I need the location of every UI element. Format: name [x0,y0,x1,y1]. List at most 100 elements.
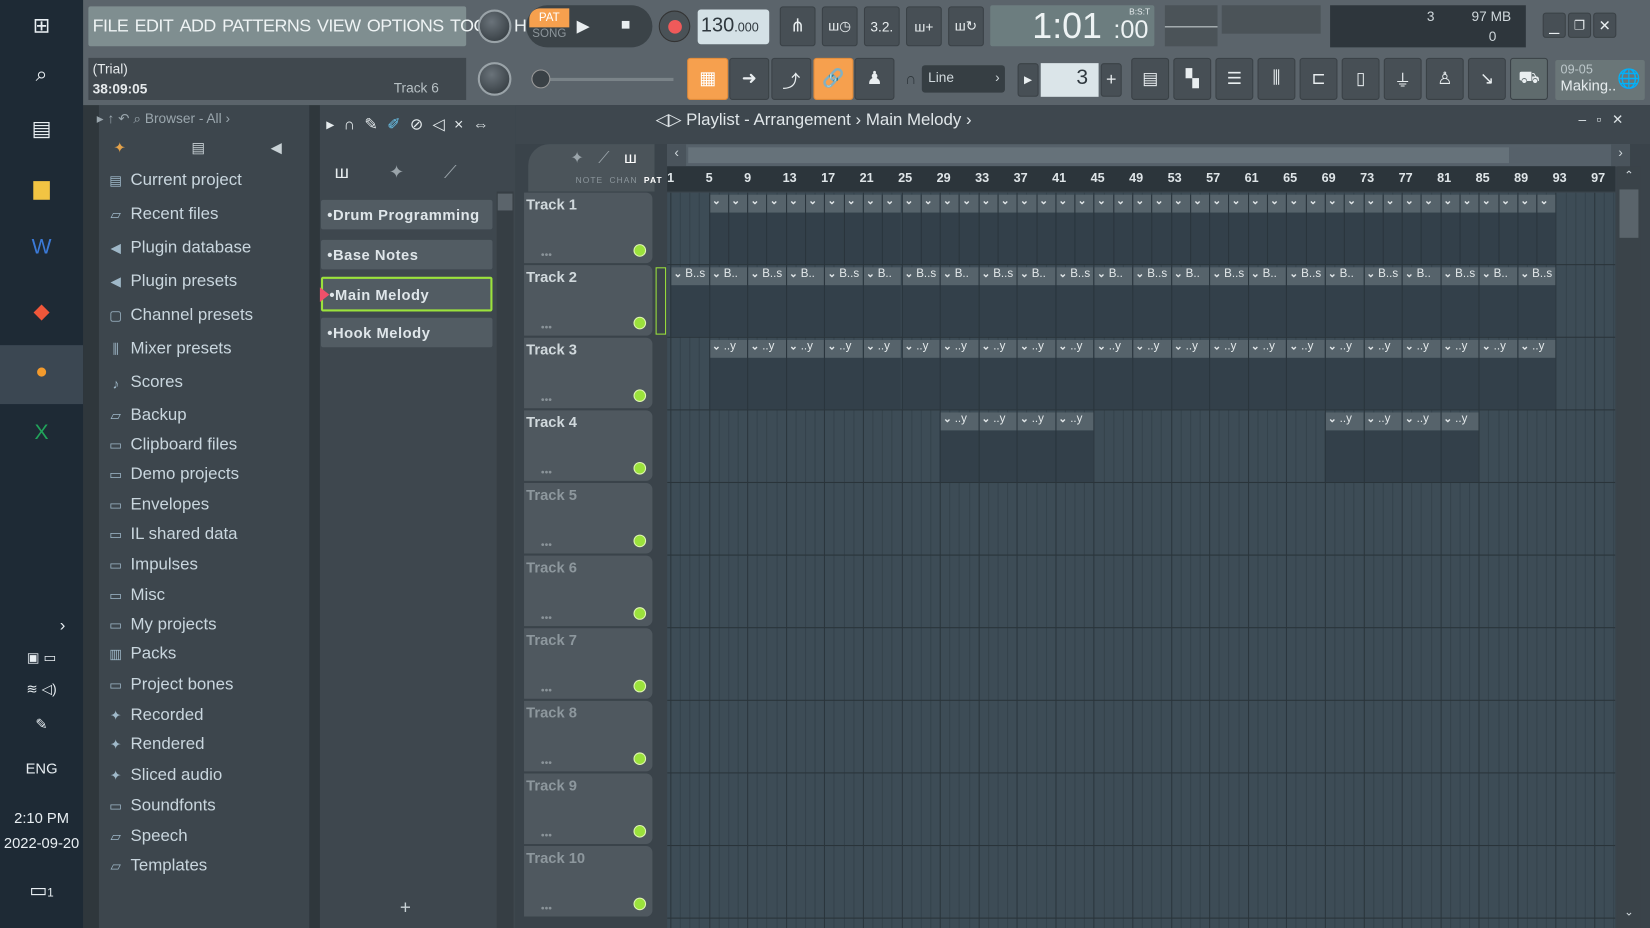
pattern-clip[interactable]: ⌄ [843,194,863,265]
browser-item[interactable]: ▱ Recent files [107,201,218,228]
pattern-clip[interactable]: ⌄ B.. [1478,267,1518,337]
pattern-clip[interactable]: ⌄ B.. [1170,267,1210,337]
language-indicator[interactable]: ENG [0,760,83,777]
pattern-clip[interactable]: ⌄ [882,194,902,265]
tempo-display[interactable]: 130.000 [697,9,770,45]
pattern-clip[interactable]: ⌄ B..s [1440,267,1479,337]
menu-file[interactable]: FILE [93,16,129,37]
speaker-filter-icon[interactable]: ◀ [271,139,282,157]
browser-item[interactable]: ▱ Speech [107,823,187,850]
clock-date[interactable]: 2022-09-20 [0,834,83,851]
pattern-clip[interactable]: ⌄ [785,194,806,265]
pattern-clip[interactable]: ⌄ B.. [1324,267,1364,337]
browser-item[interactable]: ✦ Recorded [107,702,203,729]
pattern-clip[interactable]: ⌄ [1074,194,1094,265]
playlist-window-controls[interactable]: ‒▫✕ [1578,112,1633,129]
file-filter-icon[interactable]: ▤ [191,139,205,157]
pattern-clip[interactable]: ⌄ B..s [1055,267,1094,337]
track-name[interactable]: Track 7 [526,631,577,648]
pattern-clip[interactable]: ⌄ ..y [939,412,979,482]
pattern-clip[interactable]: ⌄ ..y [1324,339,1364,410]
pattern-clip[interactable]: ⌄ B.. [862,267,902,337]
pattern-clip[interactable]: ⌄ [766,194,786,265]
splitter[interactable] [309,105,320,928]
cart-icon[interactable]: ⛟ [1510,57,1548,100]
track-menu-dots[interactable]: ••• [541,758,552,770]
track-name[interactable]: Track 9 [526,777,577,794]
track-enable-led[interactable] [633,897,647,911]
project-browser-icon[interactable]: ⊏ [1299,57,1338,100]
master-pitch-knob[interactable] [477,62,512,96]
pattern-clip[interactable]: ⌄ [978,194,998,265]
browser-item[interactable]: ▱ Backup [107,402,186,429]
browser-item[interactable]: ▤ Current project [107,167,242,194]
scroll-up-icon[interactable]: ⌃ [1619,168,1638,187]
search-icon[interactable]: ⌕ [0,63,83,87]
pattern-clip[interactable]: ⌄ B..s [1286,267,1325,337]
pattern-clip[interactable]: ⌄ ..y [1132,339,1171,410]
add-pattern-button[interactable]: + [1100,63,1122,97]
browser-item[interactable]: ⫼ Mixer presets [107,336,232,363]
pattern-clip[interactable]: ⌄ ..y [1055,412,1094,482]
network-volume-icon[interactable]: ≋ ◁) [0,681,83,698]
channel-rack-icon[interactable]: ☰ [1215,57,1254,100]
pattern-clip[interactable]: ⌄ B..s [1517,267,1556,337]
pattern-clip[interactable]: ⌄ ..y [1363,339,1402,410]
menu-add[interactable]: ADD [180,16,217,37]
pattern-clip[interactable]: ⌄ B..s [1363,267,1402,337]
track-enable-led[interactable] [633,461,647,475]
pattern-clip[interactable]: ⌄ [1190,194,1210,265]
browser-item[interactable]: ▭ Impulses [107,551,198,578]
pattern-clip[interactable]: ⌄ [901,194,921,265]
browser-item[interactable]: ▭ Project bones [107,671,233,698]
pattern-clip[interactable]: ⌄ ..y [1440,339,1479,410]
track-enable-led[interactable] [633,316,647,330]
browser-item[interactable]: ▭ Demo projects [107,461,239,488]
pattern-clip[interactable]: ⌄ [1151,194,1171,265]
pattern-item[interactable]: • Drum Programming [320,199,493,230]
pattern-clip[interactable]: ⌄ B.. [1016,267,1056,337]
pattern-clip[interactable]: ⌄ ..y [862,339,902,410]
snap-dropdown[interactable]: Line › [921,65,1005,93]
track-header[interactable]: Track 10 ••• [524,846,653,917]
pitch-bend-button[interactable]: ⤴ [771,57,812,100]
step-edit-button[interactable]: ш+ [906,6,942,47]
menu-patterns[interactable]: PATTERNS [222,16,311,37]
vertical-scroll-thumb[interactable] [1619,189,1639,238]
pattern-clip[interactable]: ⌄ ..y [1401,412,1441,482]
pattern-clip[interactable]: ⌄ ..y [1170,339,1210,410]
notification-icon[interactable]: ▭1 [0,880,83,902]
pattern-clip[interactable]: ⌄ B..s [978,267,1017,337]
pattern-clip[interactable]: ⌄ ..y [1055,339,1094,410]
track-menu-dots[interactable]: ••• [541,685,552,697]
track-header[interactable]: Track 9 ••• [524,773,653,844]
pattern-clip[interactable]: ⌄ B..s [1132,267,1171,337]
track-header[interactable]: Track 6 ••• [524,555,653,627]
browser-item[interactable]: ▭ My projects [107,611,216,638]
pattern-scrollbar[interactable] [496,191,514,928]
pattern-clip[interactable]: ⌄ ..y [1016,412,1056,482]
pattern-clip[interactable]: ⌄ ..y [708,339,748,410]
help-cursor-icon[interactable]: ↘ [1467,57,1506,100]
pattern-clip[interactable]: ⌄ B.. [708,267,748,337]
play-button[interactable]: ▶ [577,16,590,37]
browser-item[interactable]: ✦ Rendered [107,731,204,758]
track-header[interactable]: Track 1 ••• [524,192,653,264]
pattern-clip[interactable]: ⌄ [1016,194,1037,265]
pattern-selector[interactable]: 3 [1040,63,1099,97]
brave-icon[interactable]: ◆ [0,298,83,324]
pattern-clip[interactable]: ⌄ B..s [901,267,940,337]
playlist-view-button[interactable]: ▦ [687,57,729,100]
track-header[interactable]: Track 4 ••• [524,410,653,481]
track-menu-dots[interactable]: ••• [541,467,552,479]
pattern-clip[interactable]: ⌄ [1517,194,1537,265]
view-tab-note[interactable]: NOTE [576,176,604,185]
pattern-clip[interactable]: ⌄ ..y [1478,339,1518,410]
pattern-clip[interactable]: ⌄ ..y [978,339,1017,410]
overview-scrollbar[interactable]: ‹ › [667,144,1631,167]
pattern-clip[interactable]: ⌄ [1286,194,1306,265]
track-header[interactable]: Track 5 ••• [524,483,653,554]
track-enable-led[interactable] [633,534,647,548]
restore-button[interactable]: ❐ [1567,12,1592,38]
pattern-clip[interactable]: ⌄ ..y [1401,339,1441,410]
